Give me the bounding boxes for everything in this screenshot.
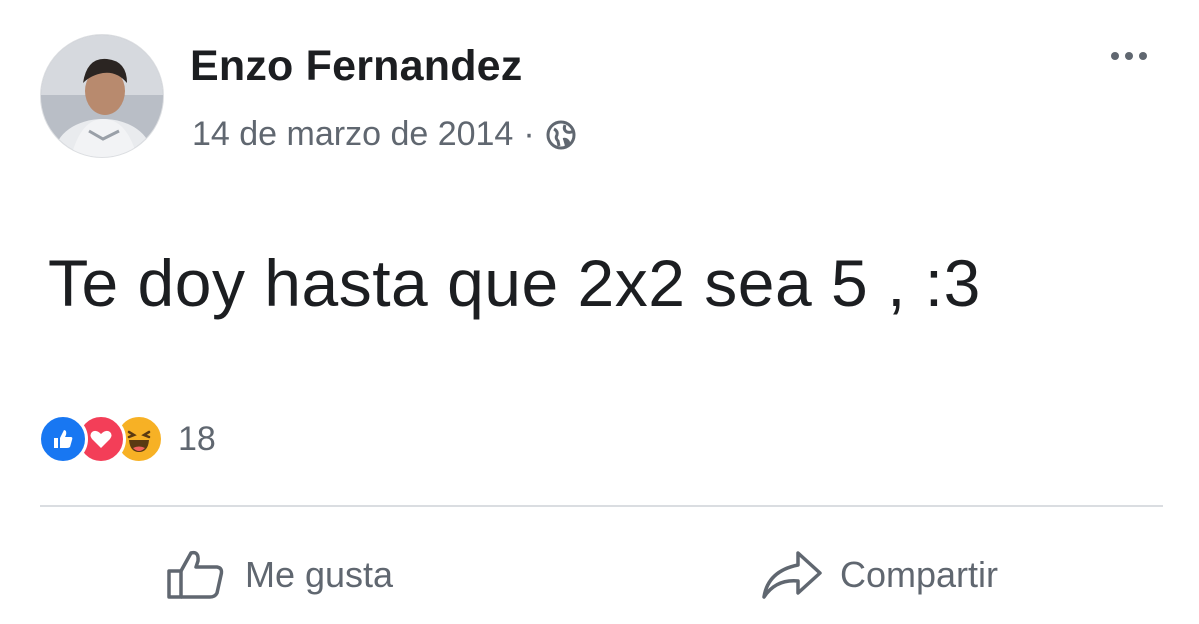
- author-name[interactable]: Enzo Fernandez: [190, 42, 523, 91]
- globe-icon[interactable]: [545, 119, 577, 151]
- like-reaction-icon: [38, 414, 88, 464]
- more-options-icon[interactable]: [1099, 36, 1159, 76]
- like-button-label: Me gusta: [245, 554, 394, 595]
- share-button[interactable]: Compartir: [760, 540, 998, 610]
- reactions-summary[interactable]: 18: [38, 412, 216, 466]
- reaction-count: 18: [178, 419, 216, 458]
- profile-photo: [41, 35, 163, 157]
- like-button[interactable]: Me gusta: [165, 540, 393, 610]
- share-arrow-icon: [760, 549, 824, 601]
- meta-separator: ·: [523, 115, 535, 153]
- post-meta: 14 de marzo de 2014 ·: [192, 115, 577, 154]
- avatar[interactable]: [40, 34, 164, 158]
- share-button-label: Compartir: [840, 554, 999, 595]
- facebook-post: Enzo Fernandez 14 de marzo de 2014 · Te …: [0, 0, 1199, 624]
- post-date[interactable]: 14 de marzo de 2014: [192, 115, 513, 154]
- thumbs-up-icon: [165, 549, 229, 601]
- post-message: Te doy hasta que 2x2 sea 5 , :3: [48, 246, 981, 320]
- divider: [40, 505, 1163, 507]
